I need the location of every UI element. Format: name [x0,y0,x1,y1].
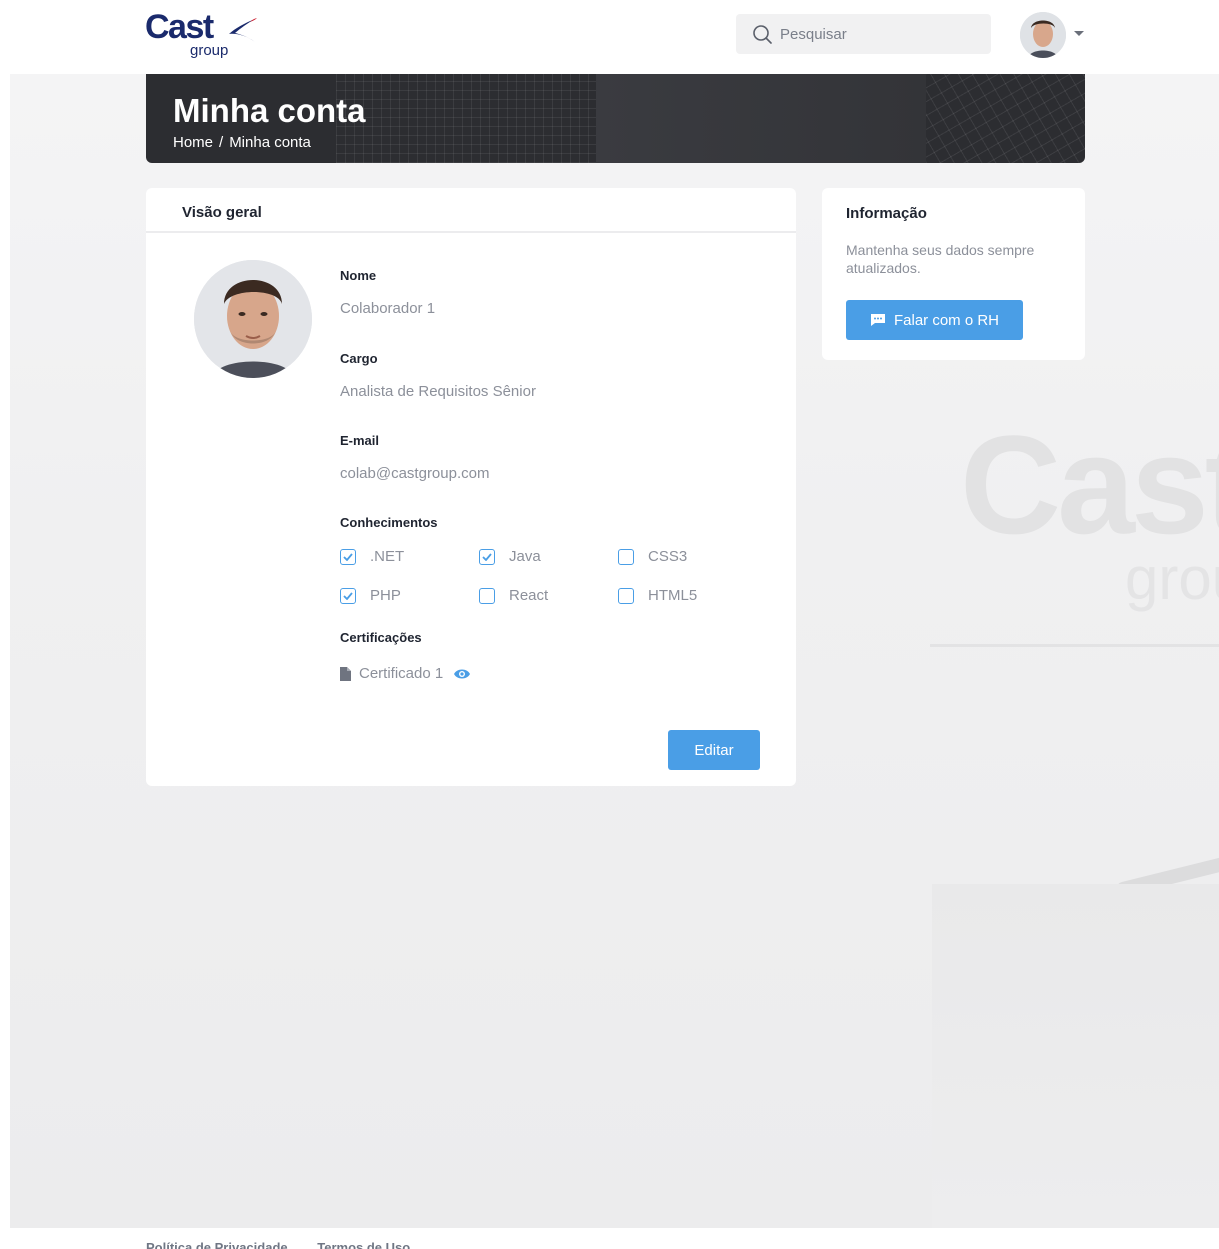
checkbox-unchecked-icon [618,548,634,565]
talk-to-hr-label: Falar com o RH [893,311,1000,329]
skill-checkbox-html5[interactable]: HTML5 [618,587,697,604]
checkbox-checked-icon [340,587,356,604]
logo-sub-text: group [190,42,229,59]
talk-to-hr-button[interactable]: Falar com o RH [846,300,1023,340]
breadcrumb-home-link[interactable]: Home [173,134,213,151]
wall-logo-sub-decoration: grou [1125,545,1219,612]
page-title: Minha conta [173,92,366,129]
document-icon [340,666,351,681]
certifications-label: Certificações [340,630,422,645]
skill-checkbox-java[interactable]: Java [479,548,541,565]
top-header: Cast group [0,0,1219,74]
search-icon [753,25,772,44]
banner-building-image [336,74,596,163]
email-value: colab@castgroup.com [340,465,490,482]
info-card-title: Informação [846,205,927,222]
email-label: E-mail [340,433,380,448]
skill-label: React [509,587,549,604]
role-label: Cargo [340,351,378,366]
overview-card: Visão geral Nome Colaborador 1 Cargo Ana… [146,188,796,786]
profile-photo-image [194,260,312,378]
info-card-description: Mantenha seus dados sempre atualizados. [846,242,1035,276]
breadcrumb: Home / Minha conta [173,134,311,151]
user-avatar[interactable] [1020,12,1066,58]
terms-of-use-link[interactable]: Termos de Uso [317,1240,410,1249]
checkbox-unchecked-icon [618,587,634,604]
banner-dome-image [926,74,1085,163]
checkbox-checked-icon [479,548,495,565]
edit-button[interactable]: Editar [668,730,760,770]
wall-panel [930,644,1219,647]
skill-label: Java [509,548,541,565]
cast-group-logo[interactable]: Cast group [145,8,265,60]
checkbox-checked-icon [340,548,356,565]
banner-image-mid [596,74,926,163]
skill-label: .NET [370,548,405,565]
name-label: Nome [340,268,377,283]
breadcrumb-separator: / [219,134,224,151]
view-certificate-eye-icon[interactable] [453,668,471,680]
search-bar[interactable] [736,14,991,54]
skill-checkbox-react[interactable]: React [479,587,548,604]
user-menu-chevron-down-icon[interactable] [1073,30,1085,38]
overview-card-title: Visão geral [146,188,796,233]
skill-checkbox-net[interactable]: .NET [340,548,404,565]
reception-counter [932,884,1219,1228]
privacy-policy-link[interactable]: Política de Privacidade [146,1240,288,1249]
skill-label: HTML5 [648,587,698,604]
breadcrumb-current: Minha conta [229,134,311,151]
checkbox-unchecked-icon [479,587,495,604]
certificate-name: Certificado 1 [359,665,444,682]
skill-checkbox-css3[interactable]: CSS3 [618,548,687,565]
footer: Política de Privacidade Termos de Uso [146,1240,436,1249]
info-card: Informação Mantenha seus dados sempre at… [822,188,1085,360]
certificate-item: Certificado 1 [340,665,471,682]
wall-logo-decoration: Cast [960,406,1219,563]
search-input[interactable] [780,25,980,43]
skills-label: Conhecimentos [340,515,438,530]
profile-photo [194,260,312,378]
role-value: Analista de Requisitos Sênior [340,383,536,400]
skill-label: CSS3 [648,548,688,565]
skill-checkbox-php[interactable]: PHP [340,587,401,604]
page-banner: Minha conta Home / Minha conta [146,74,1085,163]
skill-label: PHP [370,587,401,604]
logo-swoosh-icon [229,18,257,42]
user-avatar-image [1020,12,1066,58]
chat-icon [870,314,885,326]
name-value: Colaborador 1 [340,300,436,317]
